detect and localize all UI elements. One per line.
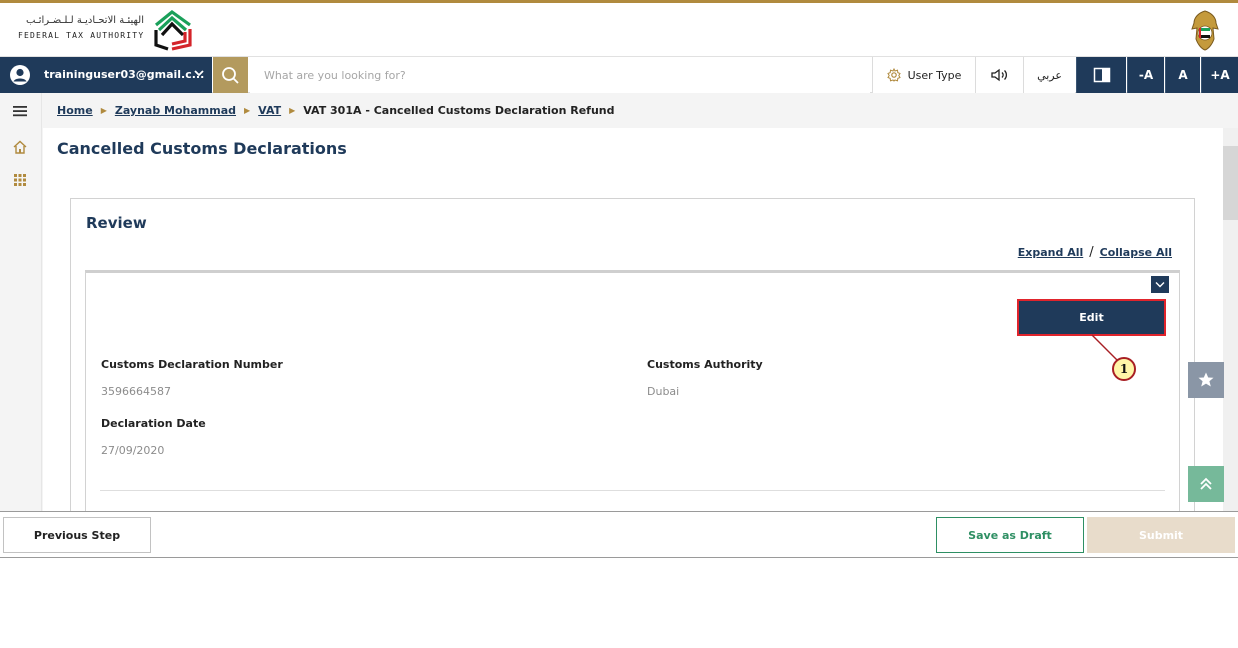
fta-logo-mark-icon: [154, 9, 192, 51]
fta-logo[interactable]: الهيئـة الاتحـاديـة لـلـضـرائـب FEDERAL …: [16, 9, 196, 51]
breadcrumb-vat[interactable]: VAT: [258, 104, 281, 117]
action-bar: Previous Step Save as Draft Submit: [0, 511, 1238, 558]
scroll-to-top-button[interactable]: [1188, 466, 1224, 502]
breadcrumb-separator-icon: ▶: [244, 106, 251, 115]
font-reset-button[interactable]: A: [1165, 57, 1200, 93]
breadcrumb-current: VAT 301A - Cancelled Customs Declaration…: [303, 104, 615, 117]
speaker-icon: [990, 68, 1007, 82]
search-input[interactable]: [250, 57, 870, 93]
language-label: عربي: [1037, 68, 1062, 82]
user-email: traininguser03@gmail.c...: [44, 68, 205, 81]
customs-authority-label: Customs Authority: [647, 358, 763, 371]
top-toolbar: traininguser03@gmail.c... User Type: [0, 57, 1238, 93]
favorite-button[interactable]: [1188, 362, 1224, 398]
customs-declaration-number-label: Customs Declaration Number: [101, 358, 283, 371]
search-button[interactable]: [213, 57, 248, 93]
expand-collapse-controls: Expand All / Collapse All: [1018, 245, 1172, 260]
step-callout-badge: 1: [1112, 357, 1136, 381]
logo-english-text: FEDERAL TAX AUTHORITY: [18, 31, 145, 40]
home-icon[interactable]: [11, 138, 29, 156]
hamburger-menu-icon[interactable]: [11, 102, 29, 120]
logo-arabic-text: الهيئـة الاتحـاديـة لـلـضـرائـب: [26, 15, 144, 26]
apps-grid-icon[interactable]: [11, 171, 29, 189]
chevron-down-icon: [194, 70, 204, 77]
app-window: الهيئـة الاتحـاديـة لـلـضـرائـب FEDERAL …: [0, 0, 1238, 558]
double-chevron-up-icon: [1200, 477, 1212, 490]
side-rail: [0, 93, 42, 513]
user-avatar-icon: [10, 65, 30, 85]
edit-button[interactable]: Edit: [1017, 299, 1166, 336]
scrollbar-thumb[interactable]: [1223, 146, 1238, 220]
submit-button[interactable]: Submit: [1087, 517, 1235, 553]
declaration-date-value: 27/09/2020: [101, 444, 165, 457]
expand-collapse-separator: /: [1089, 245, 1094, 260]
gear-icon: [886, 68, 901, 82]
breadcrumb-home[interactable]: Home: [57, 104, 93, 117]
search-icon: [222, 67, 239, 84]
breadcrumb: Home ▶ Zaynab Mohammad ▶ VAT ▶ VAT 301A - Canc…: [57, 104, 615, 117]
breadcrumb-separator-icon: ▶: [100, 106, 107, 115]
collapse-all-link[interactable]: Collapse All: [1100, 246, 1172, 259]
save-as-draft-button[interactable]: Save as Draft: [936, 517, 1084, 553]
font-increase-button[interactable]: +A: [1201, 57, 1238, 93]
user-type-label: User Type: [907, 68, 962, 82]
user-type-button[interactable]: User Type: [872, 57, 975, 93]
customs-authority-value: Dubai: [647, 385, 680, 398]
star-icon: [1198, 372, 1214, 387]
expand-all-link[interactable]: Expand All: [1018, 246, 1084, 259]
section-toggle-button[interactable]: [1151, 276, 1169, 293]
page-title: Cancelled Customs Declarations: [57, 139, 347, 158]
language-toggle[interactable]: عربي: [1023, 57, 1075, 93]
user-menu[interactable]: traininguser03@gmail.c...: [0, 57, 212, 93]
declaration-section: [85, 270, 1180, 530]
chevron-down-icon: [1155, 282, 1165, 288]
breadcrumb-separator-icon: ▶: [289, 106, 296, 115]
section-divider: [100, 490, 1165, 491]
declaration-date-label: Declaration Date: [101, 417, 206, 430]
customs-declaration-number-value: 3596664587: [101, 385, 171, 398]
review-title: Review: [86, 214, 147, 232]
uae-emblem-icon: [1191, 10, 1219, 51]
breadcrumb-profile[interactable]: Zaynab Mohammad: [115, 104, 236, 117]
font-decrease-button[interactable]: -A: [1127, 57, 1164, 93]
read-aloud-button[interactable]: [975, 57, 1023, 93]
site-header: الهيئـة الاتحـاديـة لـلـضـرائـب FEDERAL …: [0, 3, 1238, 57]
contrast-icon: [1093, 67, 1110, 83]
contrast-toggle[interactable]: [1076, 57, 1126, 93]
previous-step-button[interactable]: Previous Step: [3, 517, 151, 553]
